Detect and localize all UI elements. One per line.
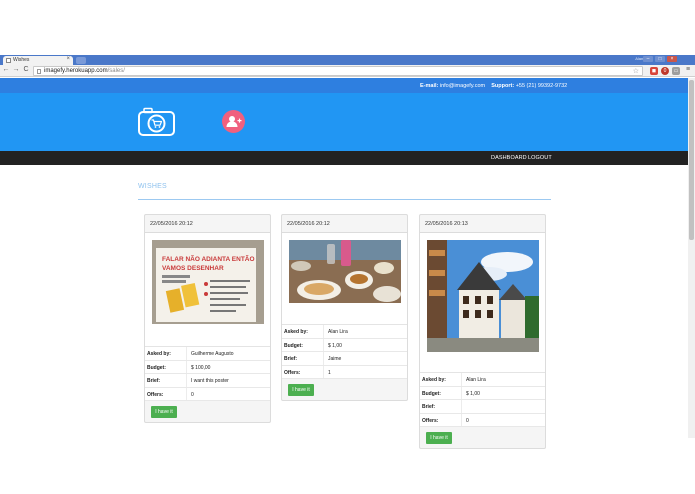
- back-icon[interactable]: ←: [2, 66, 10, 73]
- wish-card-footer: I have it: [145, 401, 270, 422]
- add-user-icon: [226, 116, 242, 127]
- wish-date: 22/05/2016 20:13: [420, 215, 545, 233]
- brief-value: I want this poster: [191, 378, 229, 384]
- wish-details: Asked by: Guilherme Augusto Budget: $ 100,…: [145, 347, 270, 401]
- offers-value: 1: [328, 369, 331, 376]
- wish-details: Asked by: Alan Lira Budget: $ 1,00 Brief: …: [420, 373, 545, 427]
- wish-details: Asked by: Alan Lira Budget: $ 1,00 Brief: J…: [282, 325, 407, 379]
- asked-by-label: Asked by:: [422, 377, 446, 383]
- offers-row: Offers: 0: [420, 413, 545, 427]
- page-favicon-icon: [6, 58, 11, 63]
- wish-date: 22/05/2016 20:12: [145, 215, 270, 233]
- asked-by-label: Asked by:: [284, 329, 308, 335]
- brief-row: Brief: I want this poster: [145, 374, 270, 388]
- maximize-icon[interactable]: □: [655, 56, 665, 62]
- page-icon: [37, 69, 41, 74]
- poster-text-line-2: VAMOS DESENHAR: [162, 265, 224, 272]
- wish-card: 22/05/2016 20:13 Asked by: Alan Lira Bud…: [419, 214, 546, 449]
- url-path: /sales/: [107, 68, 125, 74]
- asked-by-row: Asked by: Alan Lira: [282, 325, 407, 339]
- offers-label: Offers:: [422, 417, 439, 424]
- budget-value: $ 1,00: [466, 390, 480, 397]
- budget-value: $ 100,00: [191, 364, 211, 371]
- i-have-it-button[interactable]: I have it: [426, 432, 452, 444]
- poster-image: FALAR NÃO ADIANTA ENTÃO VAMOS DESENHAR: [152, 240, 264, 324]
- asked-by-label: Asked by:: [147, 351, 171, 357]
- chrome-menu-icon[interactable]: ≡: [684, 66, 692, 73]
- forward-icon[interactable]: →: [12, 66, 20, 73]
- budget-value: $ 1,00: [328, 342, 342, 349]
- food-image: [289, 240, 401, 303]
- add-wish-button[interactable]: [222, 110, 245, 133]
- browser-toolbar: ← → C imagefy.herokuapp.com/sales/ ☆ ◼ 0…: [0, 65, 695, 77]
- brief-row: Brief: Jaime: [282, 352, 407, 366]
- budget-label: Budget:: [147, 364, 166, 371]
- nav-dashboard-link[interactable]: DASHBOARD: [491, 155, 527, 161]
- asked-by-row: Asked by: Guilherme Augusto: [145, 347, 270, 361]
- support-label: Support:: [491, 83, 515, 89]
- wish-photo-food[interactable]: [289, 240, 401, 303]
- brief-value: Jaime: [328, 356, 342, 362]
- budget-row: Budget: $ 1,00: [282, 338, 407, 352]
- scrollbar-thumb[interactable]: [689, 80, 694, 240]
- budget-row: Budget: $ 1,00: [420, 386, 545, 400]
- brief-row: Brief:: [420, 400, 545, 414]
- offers-row: Offers: 1: [282, 365, 407, 379]
- budget-label: Budget:: [284, 342, 303, 349]
- budget-row: Budget: $ 100,00: [145, 360, 270, 374]
- wish-image-frame: [282, 233, 407, 325]
- address-bar[interactable]: imagefy.herokuapp.com/sales/ ☆: [33, 66, 643, 76]
- asked-by-value: Alan Lira: [328, 329, 348, 335]
- poster-text-line-1: FALAR NÃO ADIANTA ENTÃO: [162, 254, 255, 263]
- main-navbar: DASHBOARD LOGOUT: [0, 151, 695, 165]
- cast-icon[interactable]: ▭: [672, 67, 680, 75]
- offers-label: Offers:: [284, 369, 301, 376]
- browser-tab[interactable]: Wishes ×: [3, 56, 73, 65]
- offers-label: Offers:: [147, 391, 164, 398]
- offers-value: 0: [191, 391, 194, 398]
- tab-close-icon[interactable]: ×: [66, 56, 70, 62]
- budget-label: Budget:: [422, 390, 441, 397]
- email-label: E-mail:: [420, 83, 439, 89]
- page: Wishes × Alan Lira – □ × ← → C imagefy.h…: [0, 0, 695, 494]
- wish-image-frame: FALAR NÃO ADIANTA ENTÃO VAMOS DESENHAR: [145, 233, 270, 347]
- header-hero: [0, 93, 695, 151]
- wish-card: 22/05/2016 20:12 FALAR NÃO ADIANTA ENTÃO…: [144, 214, 271, 423]
- offers-row: Offers: 0: [145, 387, 270, 401]
- i-have-it-button[interactable]: I have it: [288, 384, 314, 396]
- page-title: WISHES: [138, 183, 167, 190]
- close-window-icon[interactable]: ×: [667, 56, 677, 62]
- camera-cart-logo-icon[interactable]: [138, 107, 175, 136]
- extension-badge-icon[interactable]: 0: [661, 67, 669, 75]
- asked-by-value: Guilherme Augusto: [191, 351, 234, 357]
- url-host: imagefy.herokuapp.com: [44, 68, 108, 74]
- contact-bar: E-mail: info@imagefy.com Support: +55 (2…: [0, 78, 695, 93]
- brief-label: Brief:: [422, 404, 436, 410]
- nav-logout-link[interactable]: LOGOUT: [528, 155, 552, 161]
- brief-label: Brief:: [147, 378, 161, 384]
- wish-photo-poster[interactable]: FALAR NÃO ADIANTA ENTÃO VAMOS DESENHAR: [152, 240, 264, 324]
- i-have-it-button[interactable]: I have it: [151, 406, 177, 418]
- wish-image-frame: [420, 233, 545, 373]
- building-image: [427, 240, 539, 352]
- extension-icon[interactable]: ◼: [650, 67, 658, 75]
- browser-tab-strip: Wishes × Alan Lira – □ ×: [0, 55, 695, 65]
- title-divider: [138, 199, 551, 200]
- asked-by-row: Asked by: Alan Lira: [420, 373, 545, 387]
- new-tab-button[interactable]: [76, 57, 86, 64]
- wish-date: 22/05/2016 20:12: [282, 215, 407, 233]
- minimize-icon[interactable]: –: [643, 56, 653, 62]
- support-value: +55 (21) 99392-9732: [515, 83, 568, 89]
- brief-label: Brief:: [284, 356, 298, 362]
- wish-card-footer: I have it: [420, 427, 545, 448]
- reload-icon[interactable]: C: [22, 66, 30, 73]
- wish-photo-building[interactable]: [427, 240, 539, 352]
- asked-by-value: Alan Lira: [466, 377, 486, 383]
- email-value[interactable]: info@imagefy.com: [440, 83, 485, 89]
- offers-value: 0: [466, 417, 469, 424]
- wish-card: 22/05/2016 20:12 Asked by: Alan Lira Bud…: [281, 214, 408, 401]
- wish-card-footer: I have it: [282, 379, 407, 400]
- bookmark-star-icon[interactable]: ☆: [633, 67, 639, 75]
- tab-title: Wishes: [13, 57, 30, 63]
